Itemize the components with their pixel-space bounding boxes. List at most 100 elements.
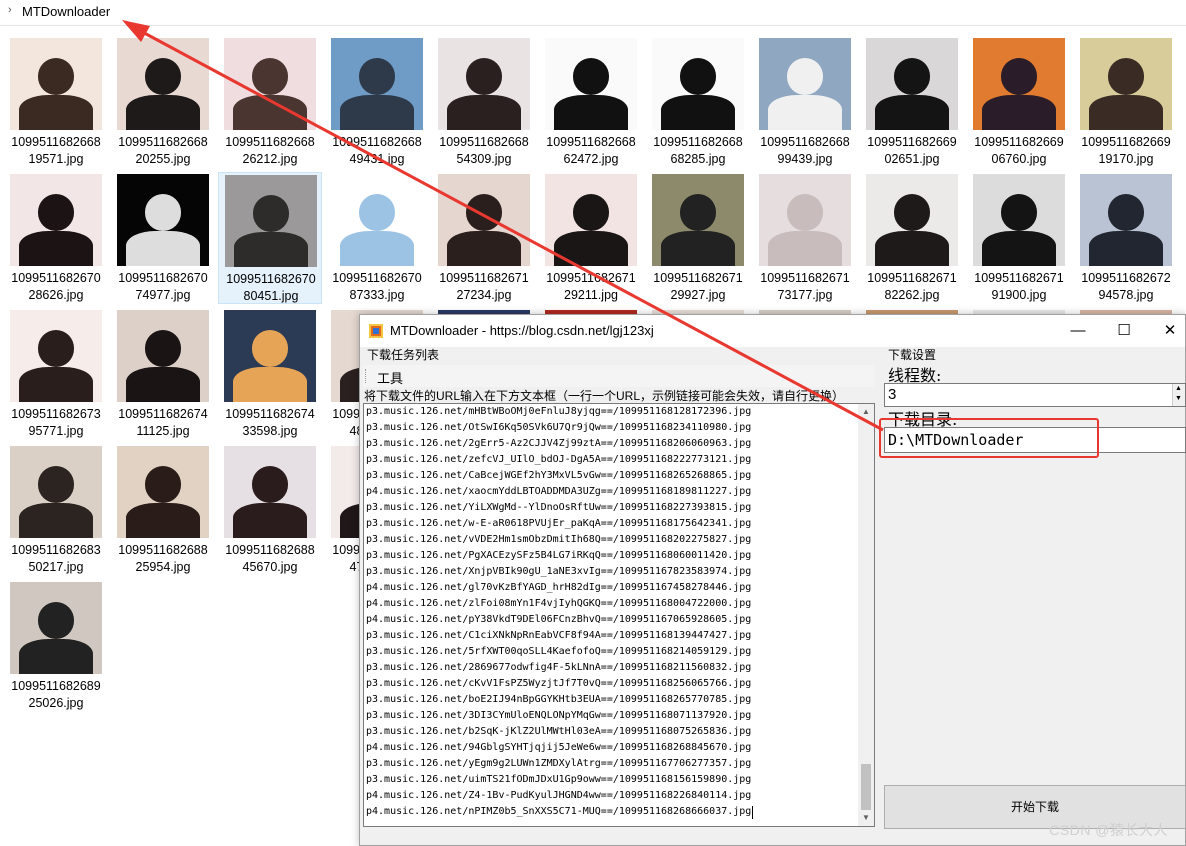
file-item[interactable]: 1099511682668 26212.jpg xyxy=(218,36,322,168)
file-thumbnail xyxy=(1080,38,1172,130)
file-item[interactable]: 1099511682668 68285.jpg xyxy=(646,36,750,168)
file-item[interactable]: 1099511682673 95771.jpg xyxy=(4,308,108,440)
file-item[interactable]: 1099511682669 02651.jpg xyxy=(860,36,964,168)
file-thumbnail xyxy=(117,174,209,266)
file-thumbnail xyxy=(10,582,102,674)
url-line: p3.music.126.net/PgXACEzySFz5B4LG7iRKqQ=… xyxy=(366,550,752,561)
file-thumbnail xyxy=(759,38,851,130)
url-line: p3.music.126.net/CaBcejWGEf2hY3MxVL5vGw=… xyxy=(366,470,752,481)
url-line: p3.music.126.net/uimTS21fODmJDxU1Gp9oww=… xyxy=(366,774,752,785)
breadcrumb-folder[interactable]: MTDownloader xyxy=(22,4,110,19)
file-item[interactable]: 1099511682671 27234.jpg xyxy=(432,172,536,304)
watermark: CSDN @猿长大人 xyxy=(1049,822,1168,838)
threads-value: 3 xyxy=(888,386,897,403)
file-item[interactable]: 1099511682668 19571.jpg xyxy=(4,36,108,168)
chevron-right-icon[interactable]: › xyxy=(8,4,12,16)
url-line: p4.music.126.net/pY38VkdT9DEl06FCnzBhvQ=… xyxy=(366,614,752,625)
file-name: 1099511682672 94578.jpg xyxy=(1081,271,1171,302)
close-button[interactable]: ✕ xyxy=(1147,315,1186,347)
file-item[interactable]: 1099511682669 19170.jpg xyxy=(1074,36,1178,168)
file-name: 1099511682689 25026.jpg xyxy=(11,679,101,710)
settings-group-label: 下载设置 xyxy=(888,348,937,362)
stepper-buttons[interactable]: ▲ ▼ xyxy=(1172,384,1185,406)
url-line: p3.music.126.net/w-E-aR0618PVUjEr_paKqA=… xyxy=(366,518,752,529)
file-thumbnail xyxy=(866,38,958,130)
file-name: 1099511682668 49431.jpg xyxy=(332,135,422,166)
file-item[interactable]: 1099511682670 87333.jpg xyxy=(325,172,429,304)
file-item[interactable]: 1099511682669 06760.jpg xyxy=(967,36,1071,168)
file-name: 1099511682668 99439.jpg xyxy=(760,135,850,166)
file-thumbnail xyxy=(10,310,102,402)
file-item[interactable]: 1099511682668 54309.jpg xyxy=(432,36,536,168)
file-item[interactable]: 1099511682674 33598.jpg xyxy=(218,308,322,440)
file-thumbnail xyxy=(10,174,102,266)
task-list-group-label: 下载任务列表 xyxy=(367,348,440,362)
file-name: 1099511682671 29927.jpg xyxy=(653,271,743,302)
scroll-thumb[interactable] xyxy=(861,764,871,810)
file-item[interactable]: 1099511682672 94578.jpg xyxy=(1074,172,1178,304)
file-item[interactable]: 1099511682671 73177.jpg xyxy=(753,172,857,304)
stepper-down-icon[interactable]: ▼ xyxy=(1175,395,1182,402)
title-bar[interactable]: MTDownloader - https://blog.csdn.net/lgj… xyxy=(360,315,1185,347)
url-line: p3.music.126.net/yEgm9g2LUWn1ZMDXylAtrg=… xyxy=(366,758,752,769)
file-thumbnail xyxy=(10,446,102,538)
file-name: 1099511682668 68285.jpg xyxy=(653,135,743,166)
scroll-up-icon[interactable]: ▲ xyxy=(858,404,874,420)
app-icon xyxy=(369,324,383,338)
file-name: 1099511682671 29211.jpg xyxy=(546,271,636,302)
file-item[interactable]: 1099511682668 49431.jpg xyxy=(325,36,429,168)
file-item[interactable]: 1099511682688 25954.jpg xyxy=(111,444,215,576)
url-line: p3.music.126.net/cKvV1FsPZ5WyzjtJf7T0vQ=… xyxy=(366,678,752,689)
minimize-button[interactable]: — xyxy=(1055,315,1101,347)
file-thumbnail xyxy=(652,174,744,266)
stepper-up-icon[interactable]: ▲ xyxy=(1175,385,1182,392)
file-item[interactable]: 1099511682671 91900.jpg xyxy=(967,172,1071,304)
file-thumbnail xyxy=(759,174,851,266)
file-item[interactable]: 1099511682674 11125.jpg xyxy=(111,308,215,440)
file-item[interactable]: 1099511682668 99439.jpg xyxy=(753,36,857,168)
file-thumbnail xyxy=(652,38,744,130)
file-thumbnail xyxy=(224,310,316,402)
file-name: 1099511682674 11125.jpg xyxy=(118,407,208,438)
file-item[interactable]: 1099511682689 25026.jpg xyxy=(4,580,108,712)
tools-menu[interactable]: 工具 xyxy=(377,368,403,387)
url-hint: 将下载文件的URL输入在下方文本框（一行一个URL，示例链接可能会失效，请自行更… xyxy=(364,389,845,403)
file-name: 1099511682670 28626.jpg xyxy=(11,271,101,302)
scroll-down-icon[interactable]: ▼ xyxy=(858,810,874,826)
file-item[interactable]: 1099511682670 28626.jpg xyxy=(4,172,108,304)
url-line: p3.music.126.net/zefcVJ_UIlO_bdOJ-DgA5A=… xyxy=(366,454,752,465)
file-name: 1099511682668 62472.jpg xyxy=(546,135,636,166)
url-line: p4.music.126.net/Z4-1Bv-PudKyulJHGND4ww=… xyxy=(366,790,752,801)
file-thumbnail xyxy=(331,38,423,130)
file-name: 1099511682668 26212.jpg xyxy=(225,135,315,166)
file-thumbnail xyxy=(1080,174,1172,266)
url-line: p3.music.126.net/boE2IJ94nBpGGYKHtb3EUA=… xyxy=(366,694,752,705)
file-item[interactable]: 1099511682671 29211.jpg xyxy=(539,172,643,304)
file-thumbnail xyxy=(545,38,637,130)
url-textbox[interactable]: p4.music.126.net/nPIMZ0b5_SnXXS5C71-MUQ=… xyxy=(363,403,875,827)
vertical-scrollbar[interactable]: ▲ ▼ xyxy=(858,404,874,826)
file-item[interactable]: 1099511682668 20255.jpg xyxy=(111,36,215,168)
maximize-button[interactable]: ☐ xyxy=(1101,315,1147,347)
file-name: 1099511682670 80451.jpg xyxy=(226,272,316,303)
file-item[interactable]: 1099511682668 62472.jpg xyxy=(539,36,643,168)
file-name: 1099511682683 50217.jpg xyxy=(11,543,101,574)
file-item[interactable]: 1099511682683 50217.jpg xyxy=(4,444,108,576)
file-item[interactable]: 1099511682671 82262.jpg xyxy=(860,172,964,304)
url-line: p3.music.126.net/b2SqK-jKlZ2UlMWtHl03eA=… xyxy=(366,726,752,737)
file-thumbnail xyxy=(117,310,209,402)
file-item[interactable]: 1099511682670 80451.jpg xyxy=(218,172,322,304)
file-item[interactable]: 1099511682670 74977.jpg xyxy=(111,172,215,304)
file-name: 1099511682688 45670.jpg xyxy=(225,543,315,574)
file-item[interactable]: 1099511682671 29927.jpg xyxy=(646,172,750,304)
file-name: 1099511682669 02651.jpg xyxy=(867,135,957,166)
url-line: p4.music.126.net/zlFoi08mYn1F4vjIyhQGKQ=… xyxy=(366,598,752,609)
threads-stepper[interactable]: 3 ▲ ▼ xyxy=(884,383,1186,407)
file-thumbnail xyxy=(10,38,102,130)
url-line: p3.music.126.net/5rfXWT00qoSLL4KaefofoQ=… xyxy=(366,646,752,657)
file-name: 1099511682670 87333.jpg xyxy=(332,271,422,302)
file-name: 1099511682671 82262.jpg xyxy=(867,271,957,302)
file-item[interactable]: 1099511682688 45670.jpg xyxy=(218,444,322,576)
grip-icon[interactable] xyxy=(365,369,369,383)
file-thumbnail xyxy=(224,38,316,130)
